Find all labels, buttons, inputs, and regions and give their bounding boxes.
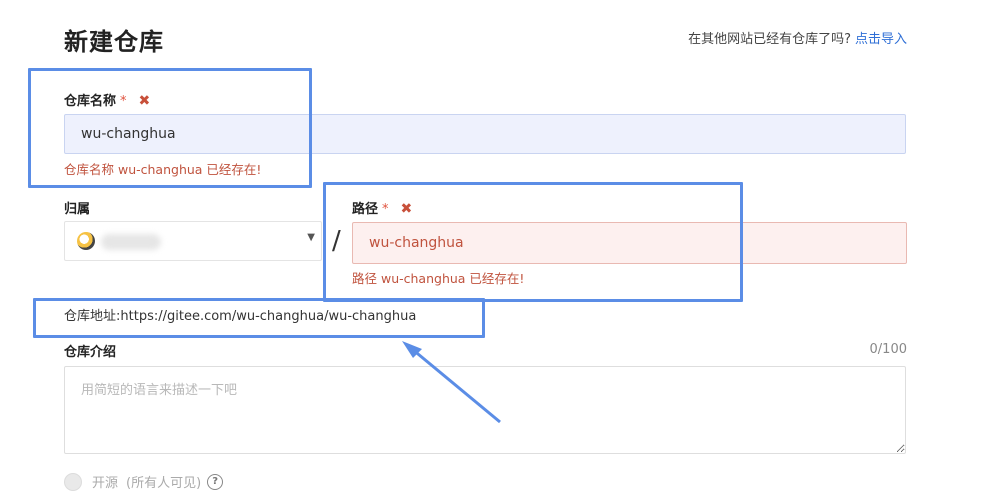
chevron-down-icon[interactable]: ▼ bbox=[307, 232, 315, 243]
path-separator: / bbox=[332, 226, 341, 256]
radio-button[interactable] bbox=[64, 472, 82, 491]
page-title: 新建仓库 bbox=[64, 28, 164, 56]
owner-label: 归属 bbox=[64, 202, 91, 217]
repo-name-label: 仓库名称 * ✖ bbox=[64, 90, 150, 109]
arrow-head bbox=[402, 341, 422, 358]
import-prompt-text: 在其他网站已经有仓库了吗? bbox=[688, 32, 851, 47]
close-icon: ✖ bbox=[400, 201, 413, 217]
required-mark: * bbox=[120, 94, 127, 109]
visibility-option-public[interactable]: 开源 (所有人可见) ? bbox=[64, 472, 224, 491]
visibility-option-label: 开源 bbox=[92, 476, 119, 491]
repo-address-label: 仓库地址: bbox=[64, 309, 121, 324]
repo-address: 仓库地址:https://gitee.com/wu-changhua/wu-ch… bbox=[64, 305, 416, 324]
repo-name-label-text: 仓库名称 bbox=[64, 94, 117, 109]
repo-name-input[interactable] bbox=[64, 114, 906, 154]
owner-select[interactable]: ▼ bbox=[64, 221, 322, 261]
repo-name-error: 仓库名称 wu-changhua 已经存在! bbox=[64, 162, 262, 177]
path-error: 路径 wu-changhua 已经存在! bbox=[352, 271, 525, 286]
import-link[interactable]: 点击导入 bbox=[855, 32, 907, 47]
repo-address-url: https://gitee.com/wu-changhua/wu-changhu… bbox=[120, 309, 417, 324]
avatar-icon bbox=[77, 232, 95, 250]
help-icon[interactable]: ? bbox=[207, 473, 224, 490]
visibility-option-hint: (所有人可见) bbox=[126, 476, 202, 491]
close-icon: ✖ bbox=[138, 93, 151, 109]
description-textarea[interactable] bbox=[64, 366, 906, 454]
path-input[interactable] bbox=[352, 222, 907, 264]
required-mark: * bbox=[382, 202, 389, 217]
description-counter: 0/100 bbox=[869, 342, 907, 357]
owner-name-redacted bbox=[101, 234, 161, 250]
description-label: 仓库介绍 bbox=[64, 345, 117, 360]
path-label: 路径 * ✖ bbox=[352, 198, 412, 217]
import-prompt: 在其他网站已经有仓库了吗? 点击导入 bbox=[688, 28, 907, 47]
path-label-text: 路径 bbox=[352, 202, 379, 217]
